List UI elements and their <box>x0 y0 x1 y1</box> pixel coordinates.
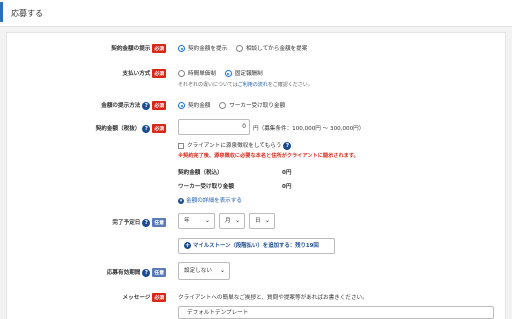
amount-unit-range: 円（募集条件：100,000円 〜 300,000円） <box>253 126 365 132</box>
radio-label: 契約金額を提示 <box>188 46 228 52</box>
show-amount-details-link[interactable]: ▾ 金額の詳細を表示する <box>178 196 242 204</box>
select-value: デフォルトテンプレート <box>187 310 249 316</box>
optional-badge: 任意 <box>152 268 166 277</box>
select-value: 設定しない <box>184 268 212 274</box>
radio-show-amount[interactable]: 契約金額を提示 <box>178 44 227 52</box>
application-deadline-select[interactable]: 設定しない ⌄ <box>178 262 230 280</box>
header-accent-bar <box>0 2 3 22</box>
chevron-down-icon: ⌄ <box>264 217 270 224</box>
chevron-down-icon: ⌄ <box>219 267 225 274</box>
note-text: をご確認ください。 <box>267 82 313 88</box>
withholding-checkbox[interactable] <box>178 142 184 149</box>
radio-label: 契約金額 <box>188 103 211 109</box>
message-template-select[interactable]: デフォルトテンプレート <box>178 306 494 319</box>
radio-fixed[interactable]: 固定報酬制 <box>224 69 263 77</box>
optional-badge: 任意 <box>152 218 166 227</box>
select-value: 日 <box>255 218 261 224</box>
required-badge: 必須 <box>152 44 166 53</box>
page-title: 応募する <box>11 9 43 18</box>
summary-tax-included-label: 契約金額（税込） <box>178 170 223 176</box>
label-text: 応募有効期間 <box>106 270 141 276</box>
payment-method-options: 時間単価制 固定報酬制 <box>178 69 270 77</box>
summary-worker-receive-label: ワーカー受け取り金額 <box>178 184 234 190</box>
radio-unselected-icon[interactable] <box>219 102 227 109</box>
radio-label: ワーカー受け取り金額 <box>229 103 286 109</box>
button-label: マイルストーン（段階払い）を追加する：残り19回 <box>193 243 319 249</box>
label-text: 金額の提示方法 <box>101 103 141 109</box>
radio-worker-receive[interactable]: ワーカー受け取り金額 <box>219 101 285 109</box>
note-text: それぞれの違いについては <box>178 82 238 88</box>
withholding-warning: ※契約完了後、源泉徴収に必要な本名と住所がクライアントに開示されます。 <box>178 153 359 159</box>
due-day-select[interactable]: 日 ⌄ <box>249 213 275 229</box>
due-year-select[interactable]: 年 ⌄ <box>178 213 215 229</box>
usage-flow-link[interactable]: ご利用の流れ <box>238 82 268 88</box>
required-badge: 必須 <box>152 293 166 302</box>
contract-amount-input[interactable]: 0 <box>178 119 250 135</box>
chevron-down-icon: ⌄ <box>204 217 210 224</box>
link-text: 金額の詳細を表示する <box>186 198 242 204</box>
amount-method-options: 契約金額 ワーカー受け取り金額 <box>178 101 292 109</box>
due-month-select[interactable]: 月 ⌄ <box>219 213 245 229</box>
radio-hourly[interactable]: 時間単価制 <box>178 69 216 77</box>
payment-method-note: それぞれの違いについてはご利用の流れをご確認ください。 <box>178 81 313 88</box>
radio-label: 相談してから金額を提案 <box>245 46 308 52</box>
contract-amount-label: 契約金額（税抜）? 必須 <box>90 124 166 133</box>
help-icon[interactable]: ? <box>142 124 151 133</box>
help-icon[interactable]: ? <box>142 218 151 227</box>
plus-icon: + <box>184 242 191 249</box>
radio-consult-first[interactable]: 相談してから金額を提案 <box>235 44 308 52</box>
select-value: 月 <box>225 218 231 224</box>
radio-selected-icon[interactable] <box>178 102 185 109</box>
payment-method-label: 支払い方式 必須 <box>90 69 166 78</box>
select-value: 年 <box>184 218 190 224</box>
help-icon[interactable]: ? <box>142 268 151 277</box>
radio-selected-icon[interactable] <box>224 70 232 77</box>
withholding-checkbox-label: クライアントに源泉徴収をしてもらう <box>187 143 282 149</box>
application-deadline-label: 応募有効期間? 任意 <box>90 268 166 277</box>
withholding-row: クライアントに源泉徴収をしてもらう? <box>178 141 292 150</box>
add-milestone-button[interactable]: + マイルストーン（段階払い）を追加する：残り19回 <box>178 238 335 254</box>
required-badge: 必須 <box>152 69 166 78</box>
summary-worker-receive-value: 0円 <box>282 184 292 190</box>
summary-tax-included-value: 0円 <box>282 170 292 176</box>
radio-selected-icon[interactable] <box>178 45 185 52</box>
help-icon[interactable]: ? <box>142 101 151 110</box>
label-text: 完了予定日 <box>112 220 141 226</box>
chevron-down-icon: ▾ <box>178 197 184 204</box>
radio-unselected-icon[interactable] <box>235 45 243 52</box>
page-header: 応募する <box>0 0 512 27</box>
message-instruction: クライアントへの簡単なご挨拶と、質問や提案等があればお書きください。 <box>178 295 368 301</box>
label-text: メッセージ <box>122 295 151 301</box>
radio-unselected-icon[interactable] <box>178 70 185 77</box>
chevron-down-icon: ⌄ <box>234 217 240 224</box>
label-text: 契約金額の提示 <box>111 46 151 52</box>
radio-label: 固定報酬制 <box>234 71 263 77</box>
message-label: メッセージ 必須 <box>90 293 166 302</box>
contract-amount-display-label: 契約金額の提示 必須 <box>90 44 166 53</box>
contract-amount-display-options: 契約金額を提示 相談してから金額を提案 <box>178 44 314 52</box>
amount-method-label: 金額の提示方法? 必須 <box>90 101 166 110</box>
required-badge: 必須 <box>152 124 166 133</box>
required-badge: 必須 <box>152 101 166 110</box>
label-text: 契約金額（税抜） <box>95 126 141 132</box>
radio-label: 時間単価制 <box>188 71 216 77</box>
due-date-label: 完了予定日? 任意 <box>90 218 166 227</box>
radio-contract-amount[interactable]: 契約金額 <box>178 101 210 109</box>
label-text: 支払い方式 <box>122 71 151 77</box>
help-icon[interactable]: ? <box>283 141 292 150</box>
